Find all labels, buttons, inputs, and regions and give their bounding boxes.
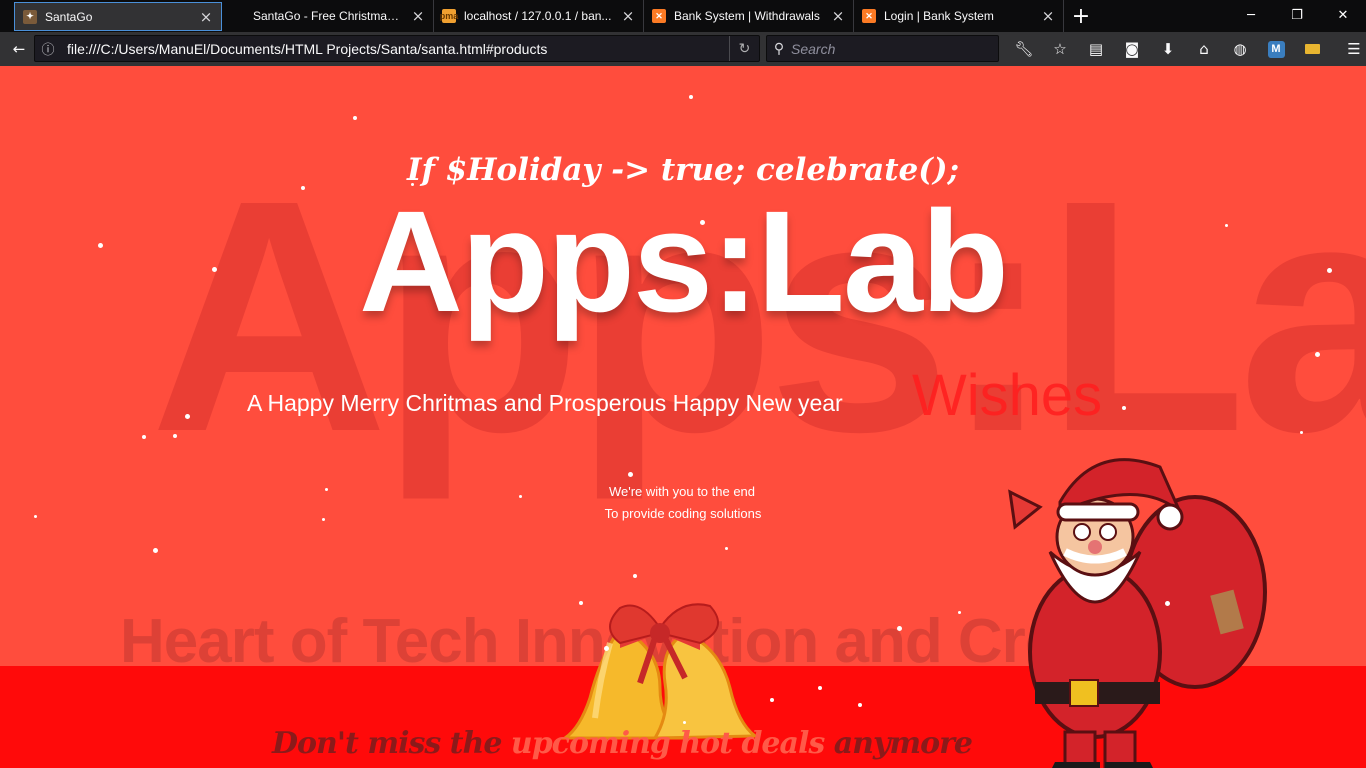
snowflake xyxy=(958,611,961,614)
minimize-button[interactable]: ─ xyxy=(1228,0,1274,30)
page-logo: Apps:Lab xyxy=(359,181,1009,342)
snowflake xyxy=(153,548,158,553)
snowflake xyxy=(519,495,522,498)
tab-label: SantaGo - Free Christmas ... xyxy=(253,9,405,23)
restore-button[interactable]: ❐ xyxy=(1274,0,1320,30)
tab-phpmyadmin[interactable]: pma localhost / 127.0.0.1 / ban... × xyxy=(434,0,644,32)
close-icon[interactable]: × xyxy=(621,9,635,24)
phpmyadmin-icon: pma xyxy=(439,9,459,23)
snowflake xyxy=(411,183,414,186)
tab-withdrawals[interactable]: ✕ Bank System | Withdrawals × xyxy=(644,0,854,32)
reload-icon[interactable]: ↻ xyxy=(729,36,759,61)
snowflake xyxy=(633,574,637,578)
tab-strip: ✦ SantaGo × SantaGo - Free Christmas ...… xyxy=(0,0,1366,32)
close-icon[interactable]: × xyxy=(831,9,845,24)
snowflake xyxy=(604,646,609,651)
toolbar-icons: 🔧︎ ☆ ▤ ◙ ⬇ ⌂ ◍ M ☰ xyxy=(1006,35,1366,63)
snowflake xyxy=(212,267,217,272)
snowflake xyxy=(700,220,705,225)
page-content: Apps:Lab Heart of Tech Innovation and Cr… xyxy=(0,66,1366,768)
snowflake xyxy=(628,472,633,477)
snowflake xyxy=(1315,352,1320,357)
tab-santago-free[interactable]: SantaGo - Free Christmas ... × xyxy=(223,0,434,32)
christmas-bells-icon xyxy=(560,603,760,740)
tab-label: SantaGo xyxy=(45,9,93,24)
snowflake xyxy=(725,547,728,550)
deals-heading: Don't miss the upcoming hot deals anymor… xyxy=(272,726,973,761)
snowflake xyxy=(897,626,902,631)
snowflake xyxy=(34,515,37,518)
snowflake xyxy=(98,243,103,248)
snowflake xyxy=(1300,431,1303,434)
search-input[interactable]: ⚲ Search xyxy=(766,35,999,62)
wishes-text: Wishes xyxy=(912,363,1103,428)
tab-login[interactable]: ✕ Login | Bank System × xyxy=(854,0,1064,32)
pocket-icon[interactable]: ◙ xyxy=(1114,35,1150,63)
xampp-icon: ✕ xyxy=(652,9,666,23)
snowflake xyxy=(1327,268,1332,273)
bookmark-star-icon[interactable]: ☆ xyxy=(1042,35,1078,63)
snowflake xyxy=(353,116,357,120)
reading-list-icon[interactable]: ▤ xyxy=(1078,35,1114,63)
snowflake xyxy=(818,686,822,690)
back-button[interactable]: ← xyxy=(4,35,34,63)
navigation-toolbar: ← ⓘ file:///C:/Users/ManuEl/Documents/HT… xyxy=(0,32,1366,66)
close-window-button[interactable]: ✕ xyxy=(1320,0,1366,30)
snowflake xyxy=(689,95,693,99)
url-bar[interactable]: ⓘ file:///C:/Users/ManuEl/Documents/HTML… xyxy=(34,35,760,62)
xampp-icon: ✕ xyxy=(862,9,876,23)
santa-favicon-icon: ✦ xyxy=(23,9,37,24)
close-icon[interactable]: × xyxy=(1041,9,1055,24)
new-tab-button[interactable]: + xyxy=(1064,0,1098,32)
snowflake xyxy=(322,518,325,521)
url-text[interactable]: file:///C:/Users/ManuEl/Documents/HTML P… xyxy=(61,41,729,57)
wrench-icon[interactable]: 🔧︎ xyxy=(1006,35,1042,63)
extension-ruler-icon[interactable] xyxy=(1294,35,1330,63)
deals-prefix: Don't miss the xyxy=(272,726,511,761)
search-placeholder: Search xyxy=(791,40,836,57)
snowflake xyxy=(683,721,686,724)
santa-claus-icon xyxy=(1008,458,1267,768)
close-icon[interactable]: × xyxy=(199,9,213,24)
snowflake xyxy=(1165,601,1170,606)
close-icon[interactable]: × xyxy=(411,9,425,24)
globe-icon[interactable]: ◍ xyxy=(1222,35,1258,63)
snowflake xyxy=(1122,406,1126,410)
snowflake xyxy=(173,434,177,438)
snowflake xyxy=(301,186,305,190)
snowflake xyxy=(185,414,190,419)
snowflake xyxy=(858,703,862,707)
greeting-text: A Happy Merry Chritmas and Prosperous Ha… xyxy=(247,390,843,416)
tab-label: localhost / 127.0.0.1 / ban... xyxy=(464,9,612,23)
tab-label: Login | Bank System xyxy=(884,9,994,23)
extension-m-icon[interactable]: M xyxy=(1258,35,1294,63)
tab-label: Bank System | Withdrawals xyxy=(674,9,820,23)
snowflake xyxy=(770,698,774,702)
snowflake xyxy=(325,488,328,491)
search-icon: ⚲ xyxy=(773,40,785,57)
info-icon[interactable]: ⓘ xyxy=(35,39,61,58)
tab-santago[interactable]: ✦ SantaGo × xyxy=(14,2,222,31)
download-icon[interactable]: ⬇ xyxy=(1150,35,1186,63)
home-icon[interactable]: ⌂ xyxy=(1186,35,1222,63)
snowflake xyxy=(579,601,583,605)
snowflake xyxy=(1225,224,1228,227)
deals-highlight: upcoming hot deals xyxy=(510,726,825,761)
snowflake xyxy=(142,435,146,439)
menu-icon[interactable]: ☰ xyxy=(1330,35,1366,63)
deals-suffix: anymore xyxy=(824,726,973,761)
